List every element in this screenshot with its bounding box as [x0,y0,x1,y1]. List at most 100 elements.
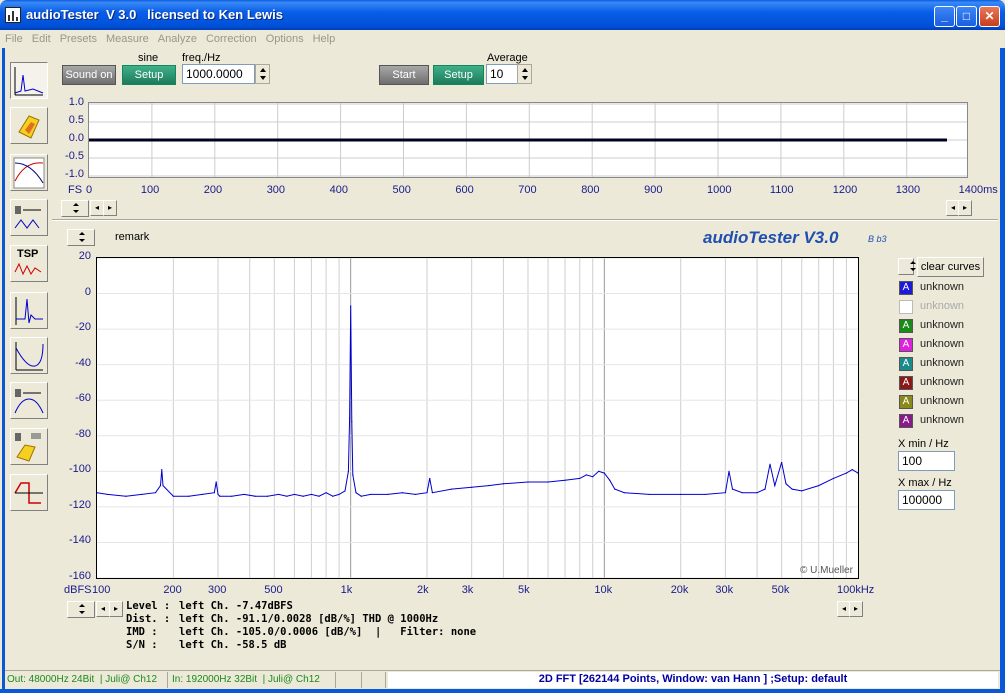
status-input-device: In: 192000Hz 32Bit | Juli@ Ch12 [170,672,336,688]
fft-data-point [159,484,162,487]
fft-x-tick: 20k [670,584,689,596]
fft-data-point [310,493,312,496]
generator-setup-button[interactable]: Setup [122,65,176,85]
legend-label: unknown [920,319,965,331]
remark-label: remark [115,231,150,243]
fft-data-point [217,493,219,496]
fft-data-point [154,492,157,494]
measure-value: left Ch. -7.47dBFS [179,600,293,612]
legend-swatch[interactable]: A [899,357,913,371]
fft-scroll-right-button[interactable]: ▸ [109,601,123,617]
fft-data-point [162,484,164,487]
menu-bar: File Edit Presets Measure Analyze Correction O… [0,30,1005,48]
fft-data-point [728,470,730,472]
menu-correction[interactable]: Correction [201,30,261,45]
menu-measure[interactable]: Measure [101,30,153,45]
legend-swatch[interactable]: A [899,281,913,295]
fft-data-point [352,474,354,476]
xmax-label: X max / Hz [898,477,952,489]
speaker-waveform-icon[interactable] [10,199,48,236]
analyzer-setup-button[interactable]: Setup [433,65,484,85]
fft-x-tick: 300 [208,584,227,596]
close-button[interactable]: ✕ [979,6,1000,27]
scope-scroll-right-button[interactable]: ▸ [103,200,117,216]
fft-x-tick: 50k [771,584,790,596]
fft-data-point [231,495,233,497]
scope-x-tick: 1100 [769,184,794,196]
xmin-input[interactable]: 100 [898,451,955,471]
scope-x-right-button[interactable]: ▸ [958,200,972,216]
fft-data-point [845,472,847,474]
measure-value: left Ch. -91.1/0.0028 [dB/%] THD @ 1000H… [179,613,439,625]
legend-swatch[interactable]: A [899,376,913,390]
fft-y-tick: -140 [68,534,91,547]
fft-series-line [96,305,859,497]
fft-data-point [785,483,787,485]
average-spinner[interactable] [517,64,532,84]
scope-x-tick: 200 [203,184,223,196]
impulse-response-icon[interactable] [10,292,48,329]
speaker-bandpass-icon[interactable] [10,382,48,419]
fft-data-point [769,463,771,465]
fft-data-point [527,481,529,483]
minimize-button[interactable]: _ [934,6,955,27]
freq-input[interactable]: 1000.0000 [182,64,255,84]
legend-swatch[interactable]: A [899,319,913,333]
scope-x-tick: 1000 [707,184,732,196]
fft-spectrum-icon[interactable] [10,62,48,99]
square-wave-icon[interactable] [10,474,48,511]
legend-swatch[interactable] [899,300,913,314]
speaker-compare-icon[interactable] [10,428,48,465]
maximize-button[interactable]: □ [956,6,977,27]
fft-data-point [731,488,734,490]
menu-analyze[interactable]: Analyze [153,30,201,45]
legend-swatch[interactable]: A [899,414,913,428]
fft-x-right-button[interactable]: ▸ [849,601,863,617]
legend-swatch[interactable]: A [899,395,913,409]
fft-data-point [774,484,776,487]
fft-y-tick: -80 [75,427,91,440]
tsp-icon[interactable]: TSP [10,245,48,282]
legend-label: unknown [920,281,965,293]
fft-data-point [502,483,504,485]
fft-y-tick: 20 [78,250,91,262]
scope-zoom-spinner[interactable] [61,200,89,217]
scope-y-tick: 1.0 [68,96,84,108]
average-input[interactable]: 10 [486,64,518,84]
fft-data-point [347,470,350,472]
fft-x-tick: 2k [417,584,429,596]
menu-presets[interactable]: Presets [55,30,101,45]
fft-zoom-spinner[interactable] [67,601,95,618]
menu-help[interactable]: Help [308,30,340,45]
menu-options[interactable]: Options [261,30,308,45]
legend-label: unknown [920,376,965,388]
curves-spinner[interactable] [898,258,916,275]
menu-file[interactable]: File [0,30,27,45]
fft-data-point [243,493,245,496]
sound-on-button[interactable]: Sound on [62,65,116,85]
fft-x-tick: 100 [92,584,111,596]
scope-x-tick: 800 [581,184,600,196]
start-button[interactable]: Start [379,65,429,85]
fft-x-tick: 5k [517,584,530,596]
legend-swatch[interactable]: A [899,338,913,352]
fft-scroll-left-button[interactable]: ◂ [96,601,110,617]
measure-key: Level : [126,600,171,612]
filter-response-icon[interactable] [10,154,48,191]
clear-curves-button[interactable]: clear curves [917,257,984,277]
xmax-input[interactable]: 100000 [898,490,955,510]
measure-key: IMD : [126,626,158,638]
fft-data-point [801,490,803,492]
menu-edit[interactable]: Edit [27,30,55,45]
fft-data-point [219,495,221,497]
fft-data-point [293,493,295,496]
fft-data-point [429,477,431,480]
remark-spinner[interactable] [67,229,95,246]
freq-spinner[interactable] [255,64,270,84]
frequency-curve-icon[interactable] [10,337,48,374]
fft-data-point [188,495,190,497]
fft-data-point [302,495,304,497]
speaker-yellow-icon[interactable] [10,107,48,144]
fft-data-point [355,492,357,494]
scope-scroll-left-button[interactable]: ◂ [90,200,104,216]
